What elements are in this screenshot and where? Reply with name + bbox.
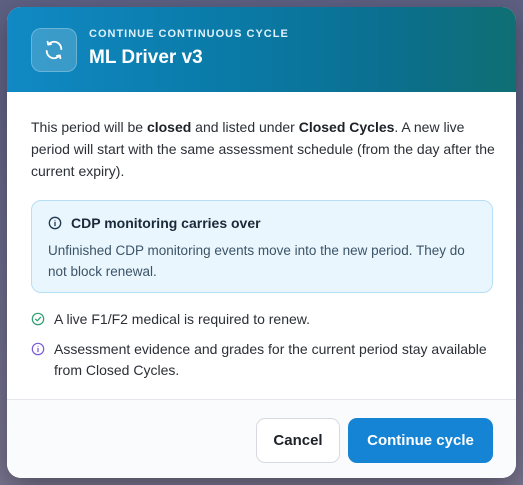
note-medical: A live F1/F2 medical is required to rene… bbox=[31, 309, 492, 330]
dialog-header: CONTINUE CONTINUOUS CYCLE ML Driver v3 bbox=[7, 7, 516, 92]
notes-list: A live F1/F2 medical is required to rene… bbox=[31, 309, 492, 381]
intro-part2: and listed under bbox=[191, 119, 299, 135]
intro-bold-closed: closed bbox=[146, 119, 192, 135]
note-medical-text: A live F1/F2 medical is required to rene… bbox=[54, 311, 311, 327]
info-box-title: CDP monitoring carries over bbox=[71, 215, 261, 231]
intro-text: This period will be closed and listed un… bbox=[31, 116, 497, 182]
intro-bold-closed-cycles: Closed Cycles bbox=[298, 119, 395, 135]
dialog-eyebrow: CONTINUE CONTINUOUS CYCLE bbox=[89, 28, 289, 40]
cancel-button[interactable]: Cancel bbox=[256, 418, 340, 463]
check-circle-icon bbox=[31, 312, 45, 326]
refresh-icon bbox=[31, 28, 77, 72]
info-box-text: Unfinished CDP monitoring events move in… bbox=[48, 243, 465, 279]
intro-part1: This period will be bbox=[31, 119, 147, 135]
info-icon bbox=[48, 216, 62, 230]
note-evidence: Assessment evidence and grades for the c… bbox=[31, 339, 492, 381]
cdp-info-box: CDP monitoring carries over Unfinished C… bbox=[31, 200, 493, 293]
dialog-title: ML Driver v3 bbox=[89, 47, 203, 68]
info-icon bbox=[31, 342, 45, 356]
dialog-body: This period will be closed and listed un… bbox=[7, 92, 516, 390]
dialog-footer: Cancel Continue cycle bbox=[7, 399, 516, 478]
continue-cycle-dialog: CONTINUE CONTINUOUS CYCLE ML Driver v3 T… bbox=[7, 7, 516, 478]
info-box-heading: CDP monitoring carries over bbox=[48, 215, 476, 231]
continue-cycle-button[interactable]: Continue cycle bbox=[348, 418, 493, 463]
note-evidence-text: Assessment evidence and grades for the c… bbox=[54, 341, 487, 378]
